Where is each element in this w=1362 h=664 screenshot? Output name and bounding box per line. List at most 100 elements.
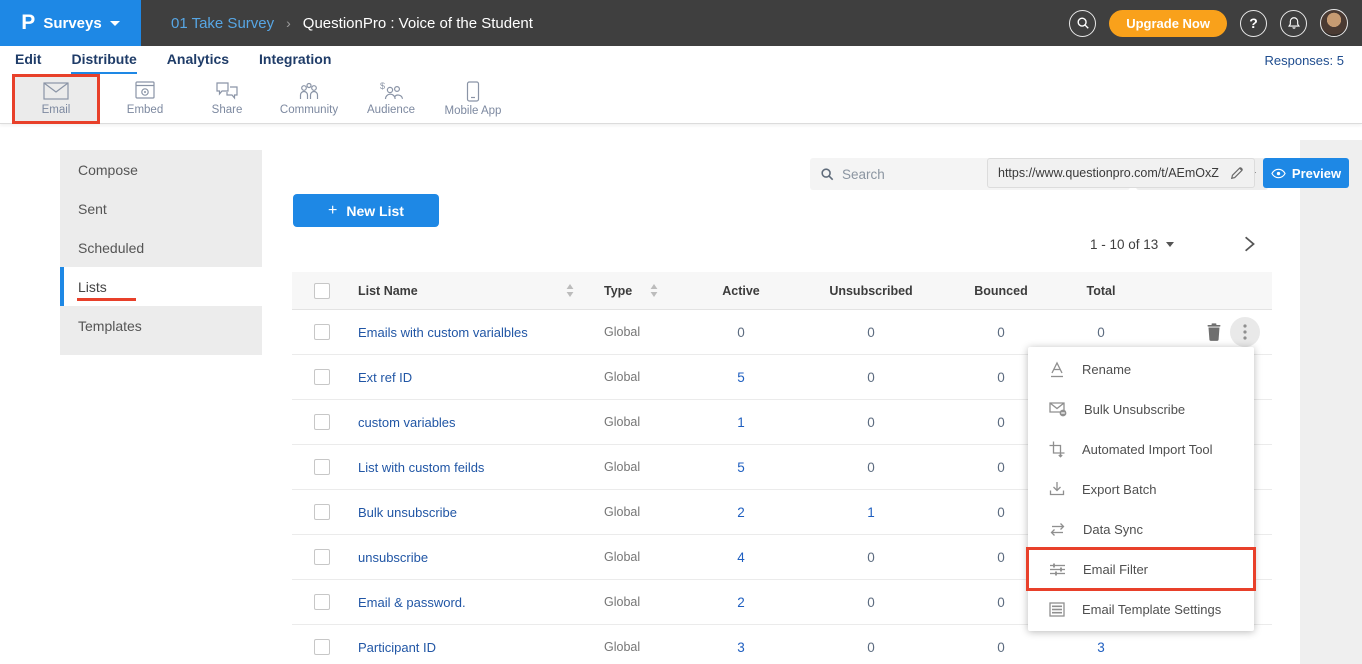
unsubscribed-count[interactable]: 0 [796,460,946,475]
row-checkbox[interactable] [314,414,330,430]
menu-item-email-filter[interactable]: Email Filter [1028,549,1254,589]
channel-share[interactable]: Share [186,77,268,121]
unsubscribed-count[interactable]: 0 [796,550,946,565]
row-checkbox[interactable] [314,594,330,610]
active-count[interactable]: 0 [686,325,796,340]
column-header-list-name[interactable]: List Name [358,284,418,298]
channel-email[interactable]: Email [15,77,97,121]
list-name-link[interactable]: Participant ID [336,640,586,655]
delete-list-button[interactable] [1204,321,1224,343]
community-icon [297,81,321,101]
responses-count[interactable]: Responses: 5 [1265,53,1362,68]
sidebar-item-label: Compose [78,162,138,178]
unsubscribed-count[interactable]: 0 [796,325,946,340]
breadcrumb-folder[interactable]: 01 Take Survey [171,15,274,32]
list-name-link[interactable]: Ext ref ID [336,370,586,385]
automated-import-icon [1049,441,1065,458]
active-count[interactable]: 2 [686,595,796,610]
pencil-icon [1230,166,1244,180]
row-menu-button[interactable] [1230,317,1260,347]
active-count[interactable]: 5 [686,460,796,475]
active-count[interactable]: 5 [686,370,796,385]
row-context-menu: Rename Bulk Unsubscribe Automated Import… [1028,347,1254,631]
sort-icon[interactable] [650,284,658,297]
user-avatar[interactable] [1320,9,1348,37]
total-count[interactable]: 3 [1056,640,1146,655]
eye-icon [1271,168,1286,179]
tab-edit[interactable]: Edit [15,46,41,74]
list-name-link[interactable]: Emails with custom varialbles [336,325,586,340]
row-checkbox[interactable] [314,639,330,655]
sort-icon[interactable] [566,284,574,297]
sidebar-item-sent[interactable]: Sent [60,189,262,228]
new-list-button[interactable]: + New List [293,194,439,227]
upgrade-now-button[interactable]: Upgrade Now [1109,10,1227,37]
row-checkbox[interactable] [314,369,330,385]
menu-item-bulk-unsubscribe[interactable]: Bulk Unsubscribe [1028,389,1254,429]
active-count[interactable]: 2 [686,505,796,520]
survey-nav: Edit Distribute Analytics Integration Re… [0,46,1362,74]
page-size-caret-icon[interactable] [1166,242,1174,247]
active-count[interactable]: 4 [686,550,796,565]
column-header-type[interactable]: Type [604,284,632,298]
row-checkbox[interactable] [314,504,330,520]
share-icon [215,81,239,101]
tab-integration[interactable]: Integration [259,46,331,74]
notifications-button[interactable] [1280,10,1307,37]
plus-icon: + [328,202,337,220]
list-name-link[interactable]: unsubscribe [336,550,586,565]
menu-item-automated-import-tool[interactable]: Automated Import Tool [1028,429,1254,469]
search-button[interactable] [1069,10,1096,37]
menu-item-data-sync[interactable]: Data Sync [1028,509,1254,549]
menu-item-rename[interactable]: Rename [1028,349,1254,389]
unsubscribed-count[interactable]: 0 [796,415,946,430]
menu-item-export-batch[interactable]: Export Batch [1028,469,1254,509]
tab-analytics[interactable]: Analytics [167,46,229,74]
channel-label: Embed [127,104,163,116]
channel-embed[interactable]: Embed [104,77,186,121]
list-name-link[interactable]: List with custom feilds [336,460,586,475]
edit-url-button[interactable] [1228,164,1246,182]
annotation-box-email: Email [12,74,100,124]
unsubscribed-count[interactable]: 1 [796,505,946,520]
column-header-bounced: Bounced [946,284,1056,298]
list-name-link[interactable]: Bulk unsubscribe [336,505,586,520]
channel-mobile-app[interactable]: Mobile App [432,77,514,121]
channel-audience[interactable]: $ Audience [350,77,432,121]
active-count[interactable]: 3 [686,640,796,655]
top-bar: P Surveys 01 Take Survey › QuestionPro :… [0,0,1362,46]
bounced-count[interactable]: 0 [946,640,1056,655]
unsubscribed-count[interactable]: 0 [796,640,946,655]
annotation-underline-lists [77,298,136,301]
sidebar-item-templates[interactable]: Templates [60,306,262,345]
product-switcher[interactable]: P Surveys [0,0,141,46]
questionpro-app: P Surveys 01 Take Survey › QuestionPro :… [0,0,1362,664]
select-all-checkbox[interactable] [314,283,330,299]
sidebar-item-compose[interactable]: Compose [60,150,262,189]
next-page-button[interactable] [1242,235,1256,253]
sidebar-item-lists[interactable]: Lists [60,267,262,306]
survey-url-field [987,158,1255,188]
bounced-count[interactable]: 0 [946,325,1056,340]
total-count[interactable]: 0 [1056,325,1146,340]
unsubscribed-count[interactable]: 0 [796,370,946,385]
menu-item-email-template-settings[interactable]: Email Template Settings [1028,589,1254,629]
survey-url-input[interactable] [998,166,1228,180]
page-gutter [1300,140,1362,664]
sidebar-item-scheduled[interactable]: Scheduled [60,228,262,267]
search-icon [820,167,834,181]
list-type: Global [586,325,686,339]
list-name-link[interactable]: custom variables [336,415,586,430]
preview-button[interactable]: Preview [1263,158,1349,188]
unsubscribed-count[interactable]: 0 [796,595,946,610]
active-count[interactable]: 1 [686,415,796,430]
row-checkbox[interactable] [314,459,330,475]
row-checkbox[interactable] [314,549,330,565]
row-checkbox[interactable] [314,324,330,340]
column-header-unsubscribed: Unsubscribed [796,284,946,298]
channel-community[interactable]: Community [268,77,350,121]
sidebar-item-label: Scheduled [78,240,144,256]
list-name-link[interactable]: Email & password. [336,595,586,610]
help-button[interactable]: ? [1240,10,1267,37]
tab-distribute[interactable]: Distribute [71,46,136,74]
